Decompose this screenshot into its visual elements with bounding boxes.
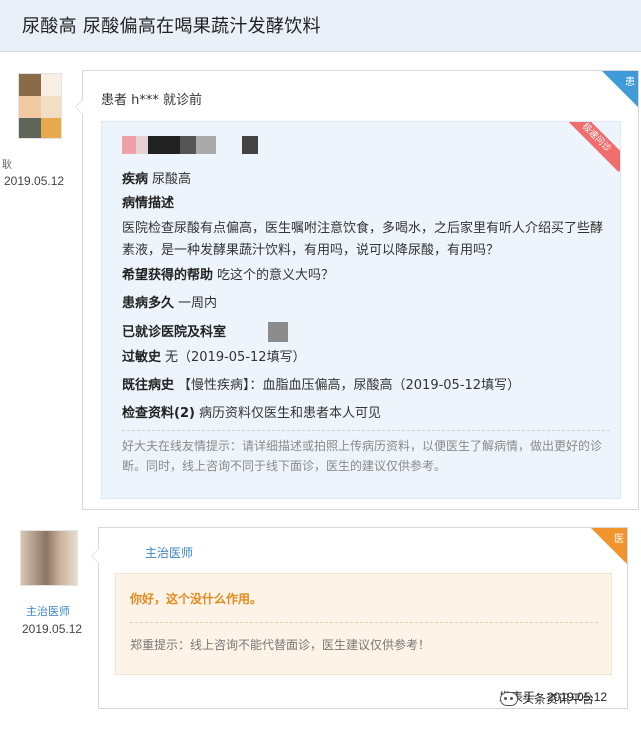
watermark-text: 头条资讯平台	[522, 692, 595, 706]
doctor-message-card: 医 主治医师 你好，这个没什么作用。 郑重提示：线上咨询不能代替面诊，医生建议仅…	[91, 527, 628, 709]
disease-label: 疾病	[122, 172, 149, 187]
doctor-tip: 郑重提示：线上咨询不能代替面诊，医生建议仅供参考！	[130, 638, 431, 652]
divider	[130, 622, 598, 623]
doctor-corner-badge: 医	[591, 528, 627, 564]
hospital-label: 已就诊医院及科室	[122, 324, 227, 340]
wechat-icon	[500, 691, 518, 706]
doctor-name-link[interactable]: 主治医师	[145, 544, 193, 561]
patient-header: 患者 h*** 就诊前	[101, 93, 203, 108]
history-label: 既往病史	[122, 378, 175, 393]
patient-message-card: 患 患者 h*** 就诊前 极速问诊 疾病 尿酸高 病情描述 医院检查尿酸有点偏高…	[75, 70, 639, 510]
history-row: 既往病史 【慢性疾病】：血脂血压偏高，尿酸高（2019-05-12填写）	[122, 376, 520, 396]
condition-label: 病情描述	[122, 196, 175, 211]
doctor-meta: 主治医师 2019.05.12	[0, 530, 98, 650]
history-value: 【慢性疾病】：血脂血压偏高，尿酸高（2019-05-12填写）	[178, 378, 521, 393]
disease-row: 疾病 尿酸高	[122, 170, 191, 190]
duration-value: 一周内	[178, 296, 218, 311]
allergy-row: 过敏史 无（2019-05-12填写）	[122, 348, 306, 368]
redacted-block	[242, 136, 258, 154]
duration-row: 患病多久 一周内	[122, 294, 217, 314]
doctor-role: 主治医师	[26, 605, 70, 618]
patient-corner-badge: 患	[602, 71, 638, 107]
patient-corner-label: 患	[625, 77, 635, 88]
doctor-avatar[interactable]	[20, 530, 78, 586]
help-label: 希望获得的帮助	[122, 268, 214, 283]
divider	[122, 430, 610, 431]
patient-date: 2019.05.12	[4, 174, 65, 188]
help-value: 吃这个的意义大吗？	[217, 268, 335, 283]
patient-avatar[interactable]	[18, 73, 62, 139]
case-info-box: 极速问诊 疾病 尿酸高 病情描述 医院检查尿酸有点偏高，医生嘱咐注意饮食，多喝水，…	[101, 121, 621, 499]
title-bar: 尿酸高 尿酸偏高在喝果蔬汁发酵饮料	[0, 0, 641, 52]
redacted-block	[122, 136, 136, 154]
ribbon-wrapper: 极速问诊	[568, 122, 620, 174]
exam-row[interactable]: 检查资料(2) 病历资料仅医生和患者本人可见	[122, 404, 381, 424]
fast-consult-ribbon: 极速问诊	[568, 122, 620, 172]
duration-label: 患病多久	[122, 296, 175, 311]
page-title: 尿酸高 尿酸偏高在喝果蔬汁发酵饮料	[22, 16, 321, 37]
patient-meta: 耿 2019.05.12	[0, 70, 82, 190]
doctor-corner-label: 医	[614, 534, 624, 545]
redacted-chip	[268, 322, 289, 342]
condition-text: 医院检查尿酸有点偏高，医生嘱咐注意饮食，多喝水，之后家里有听人介绍买了些酵素液，…	[122, 221, 604, 258]
disease-value: 尿酸高	[152, 172, 192, 187]
watermark: 头条资讯平台	[500, 690, 594, 707]
hospital-row: 已就诊医院及科室	[122, 322, 289, 343]
patient-name-fragment: 耿	[2, 160, 12, 171]
exam-label[interactable]: 检查资料(2)	[122, 406, 195, 421]
exam-value: 病历资料仅医生和患者本人可见	[198, 406, 381, 421]
allergy-label: 过敏史	[122, 350, 162, 365]
doctor-reply: 你好，这个没什么作用。	[130, 592, 263, 606]
condition-label-row: 病情描述	[122, 194, 178, 214]
reply-box: 你好，这个没什么作用。 郑重提示：线上咨询不能代替面诊，医生建议仅供参考！	[115, 573, 612, 675]
allergy-value: 无（2019-05-12填写）	[165, 350, 306, 365]
help-row: 希望获得的帮助 吃这个的意义大吗？	[122, 266, 334, 286]
doctor-date: 2019.05.12	[22, 622, 83, 636]
platform-tip: 好大夫在线友情提示：请详细描述或拍照上传病历资料，以便医生了解病情，做出更好的诊…	[122, 439, 603, 473]
redacted-block	[136, 136, 216, 154]
